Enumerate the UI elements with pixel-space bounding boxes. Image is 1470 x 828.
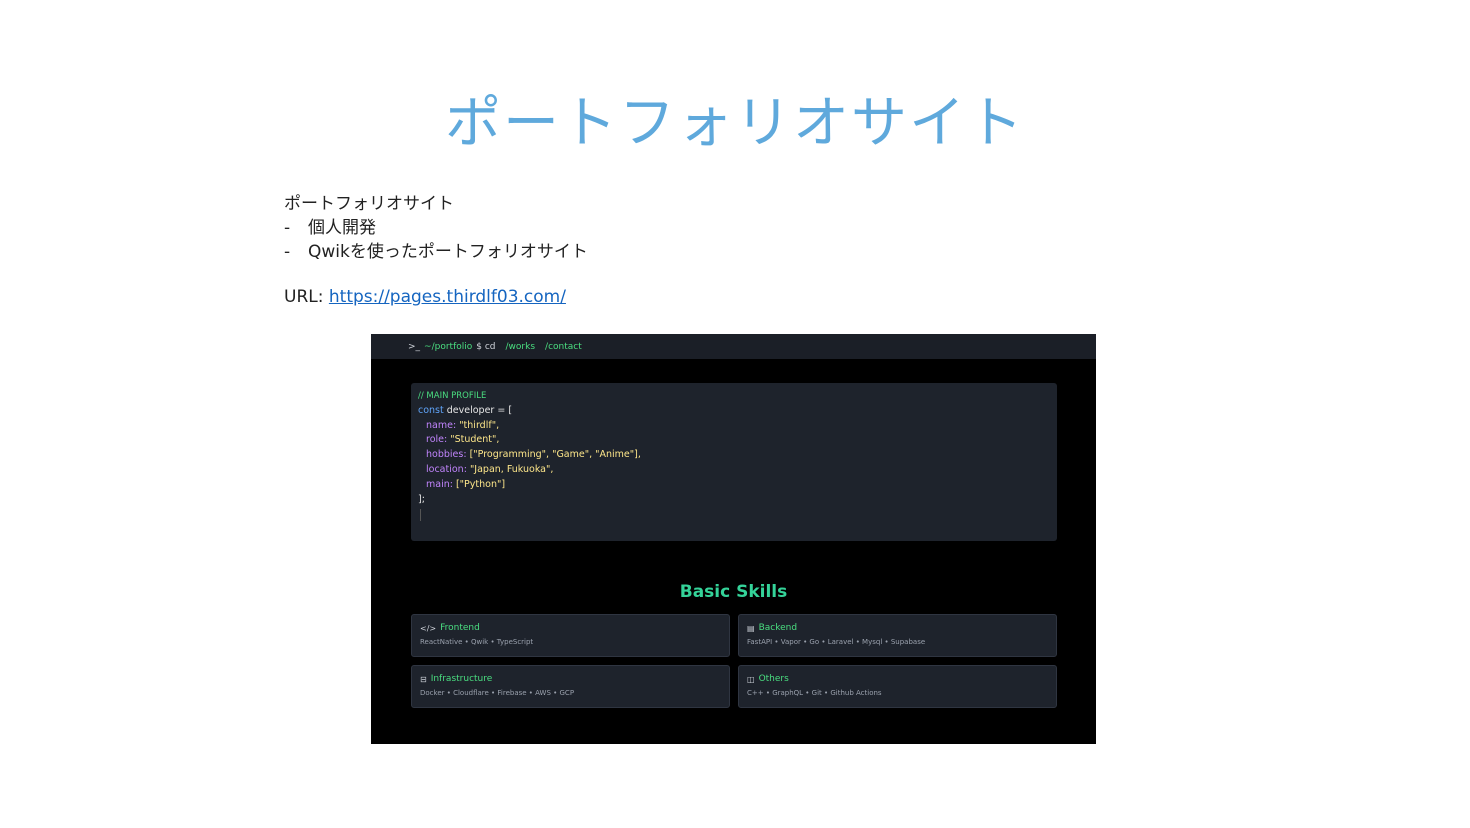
skill-title: Infrastructure (430, 674, 493, 684)
skill-card-others: ◫ Others C++ • GraphQL • Git • Github Ac… (738, 665, 1057, 708)
bullet-text: 個人開発 (308, 218, 376, 238)
code-key: location: (426, 463, 467, 475)
nav-link-contact[interactable]: /contact (545, 342, 582, 352)
server-icon: ⊟ (420, 674, 427, 684)
terminal-nav-bar: >_ ~/portfolio $ cd /works /contact (371, 334, 1096, 359)
code-value: "Japan, Fukuoka", (469, 463, 554, 475)
code-icon: </> (420, 623, 437, 633)
slide-title: ポートフォリオサイト (445, 91, 1025, 156)
skill-card-infrastructure: ⊟ Infrastructure Docker • Cloudflare • F… (411, 665, 730, 708)
code-line: hobbies: ["Programming", "Game", "Anime"… (418, 448, 1050, 463)
slide-heading: ポートフォリオサイト (284, 194, 454, 214)
portfolio-url-link[interactable]: https://pages.thirdlf03.com/ (329, 287, 566, 307)
bullet-item: - Qwikを使ったポートフォリオサイト (284, 240, 588, 264)
nav-path: ~/portfolio (424, 341, 473, 352)
bullet-text: Qwikを使ったポートフォリオサイト (308, 242, 588, 262)
code-value: "thirdlf", (459, 419, 500, 431)
skill-items: ReactNative • Qwik • TypeScript (420, 638, 534, 646)
code-decl: developer = [ (446, 404, 513, 416)
skill-title: Backend (758, 623, 798, 633)
nav-command: $ cd (476, 341, 496, 352)
nav-link-works[interactable]: /works (506, 342, 536, 352)
url-label: URL: (284, 287, 324, 307)
text-cursor (420, 509, 421, 522)
code-comment: // MAIN PROFILE (418, 391, 487, 401)
skill-card-frontend: </> Frontend ReactNative • Qwik • TypeSc… (411, 614, 730, 657)
bullet-item: - 個人開発 (284, 216, 588, 240)
box-icon: ◫ (747, 674, 755, 684)
profile-code-card: // MAIN PROFILE const developer = [ name… (411, 383, 1057, 541)
skill-title: Frontend (440, 623, 480, 633)
skill-items: Docker • Cloudflare • Firebase • AWS • G… (420, 689, 575, 697)
code-keyword: const (418, 404, 444, 416)
code-decl-line: const developer = [ (418, 404, 1050, 419)
bullet-dash: - (284, 242, 291, 262)
url-line: URL: https://pages.thirdlf03.com/ (284, 287, 566, 307)
skill-items: FastAPI • Vapor • Go • Laravel • Mysql •… (747, 638, 926, 646)
terminal-prompt-icon: >_ (408, 341, 421, 352)
code-value: ["Programming", "Game", "Anime"], (469, 449, 641, 461)
code-key: main: (426, 478, 453, 490)
code-line: location: "Japan, Fukuoka", (418, 463, 1050, 478)
code-key: name: (426, 419, 457, 431)
code-line: role: "Student", (418, 433, 1050, 448)
code-line: main: ["Python"] (418, 478, 1050, 493)
code-key: hobbies: (426, 449, 467, 461)
code-value: ["Python"] (455, 478, 506, 490)
skill-title: Others (758, 674, 789, 684)
code-key: role: (426, 434, 448, 446)
database-icon: ▤ (747, 623, 755, 633)
skill-card-backend: ▤ Backend FastAPI • Vapor • Go • Laravel… (738, 614, 1057, 657)
skill-items: C++ • GraphQL • Git • Github Actions (747, 689, 882, 697)
portfolio-screenshot: >_ ~/portfolio $ cd /works /contact // M… (371, 334, 1096, 744)
bullet-dash: - (284, 218, 291, 238)
code-value: "Student", (450, 434, 500, 446)
slide-body: ポートフォリオサイト - 個人開発 - Qwikを使ったポートフォリオサイト (284, 192, 588, 264)
code-line: name: "thirdlf", (418, 419, 1050, 434)
skills-title: Basic Skills (679, 582, 788, 602)
code-close: ]; (418, 493, 425, 505)
